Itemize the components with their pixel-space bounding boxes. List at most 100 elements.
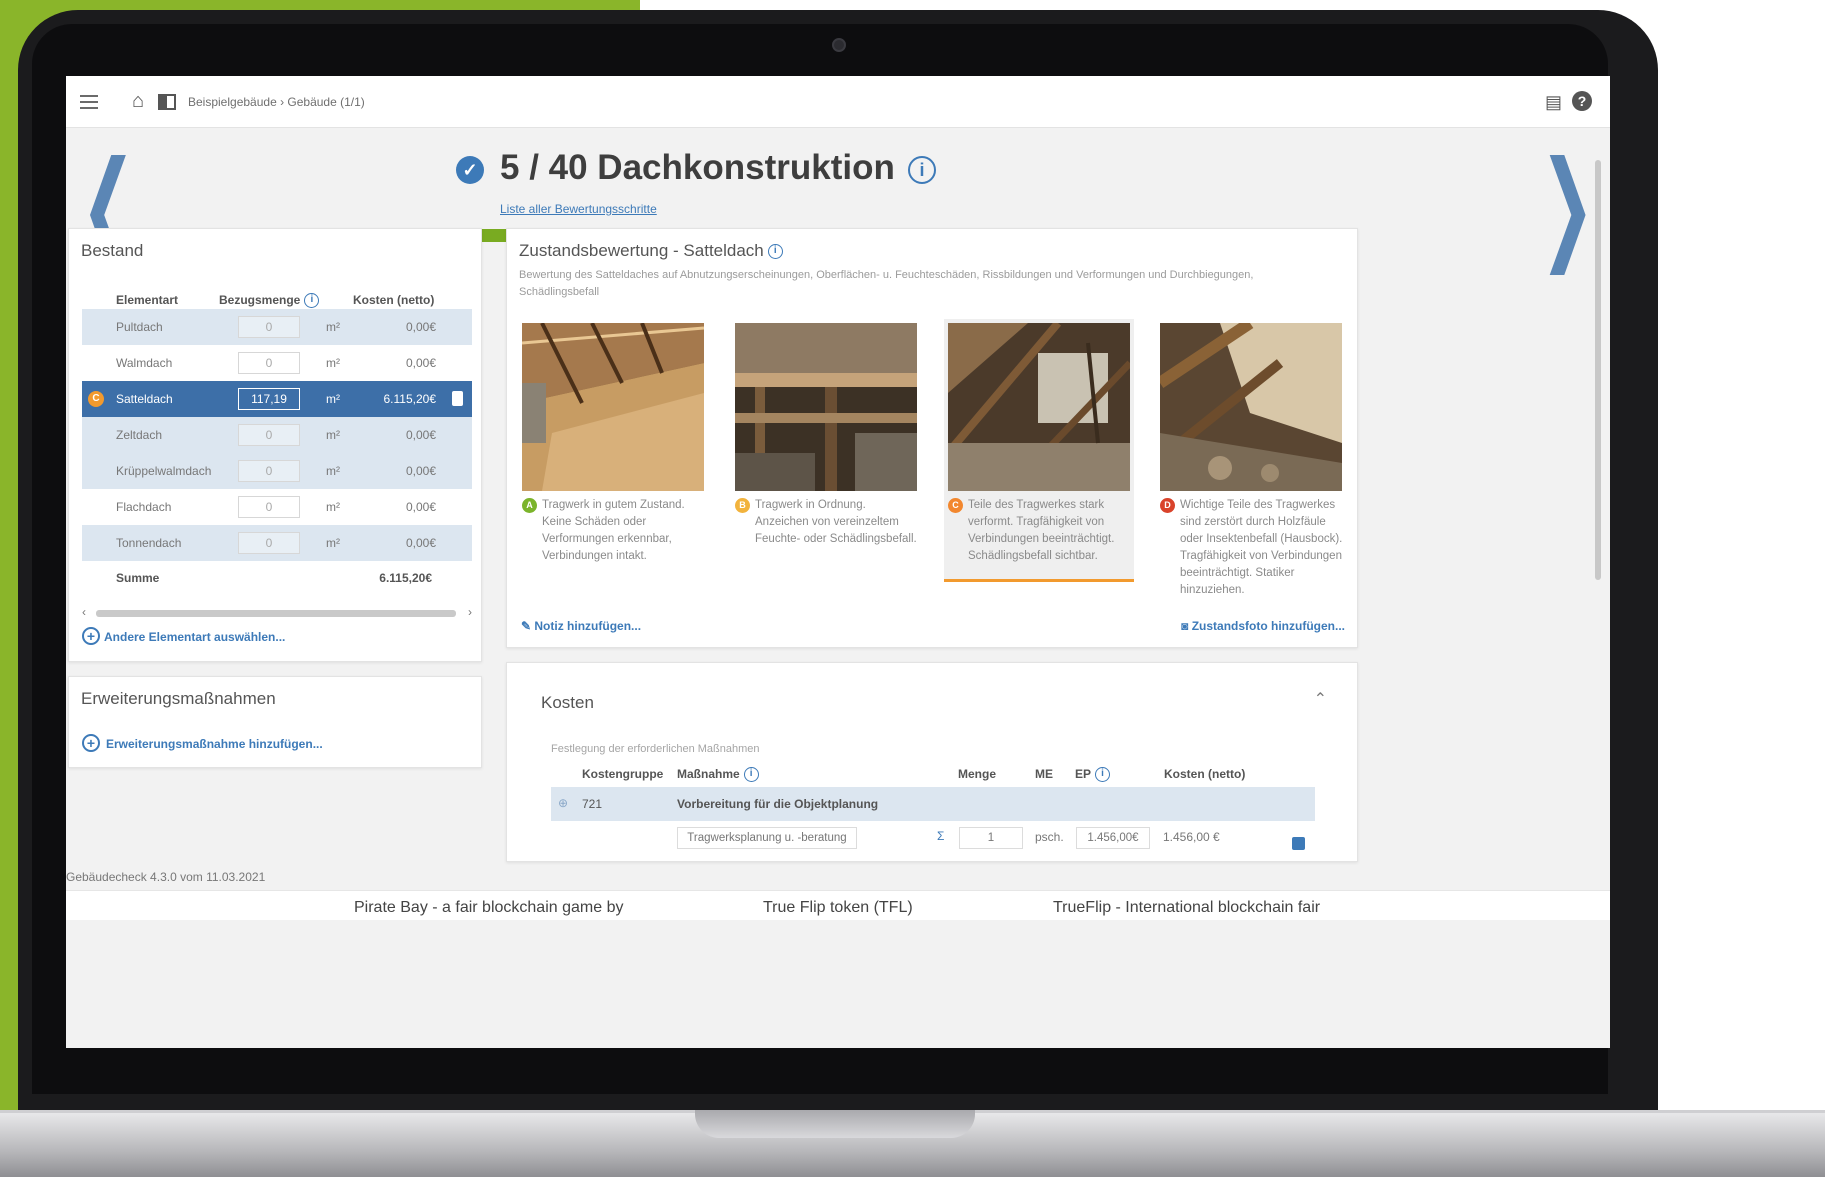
- rating-caption: B Tragwerk in Ordnung. Anzeichen von ver…: [735, 497, 921, 548]
- home-icon[interactable]: ⌂: [132, 90, 144, 113]
- item-checkbox[interactable]: [1292, 837, 1305, 850]
- row-name: Pultdach: [116, 320, 163, 334]
- bezugsmenge-info-icon[interactable]: i: [304, 293, 320, 309]
- rating-text: Tragwerk in Ordnung. Anzeichen von verei…: [755, 499, 917, 545]
- item-cost: 1.456,00 €: [1163, 830, 1220, 844]
- report-icon[interactable]: ▤: [1545, 92, 1562, 113]
- table-row[interactable]: Walmdach 0 m² 0,00€: [82, 345, 472, 381]
- scroll-left-icon[interactable]: ‹: [82, 605, 86, 619]
- table-row[interactable]: Zeltdach 0 m² 0,00€: [82, 417, 472, 453]
- table-row-selected[interactable]: C Satteldach 117,19 m² 6.115,20€: [82, 381, 472, 417]
- table-row[interactable]: Flachdach 0 m² 0,00€: [82, 489, 472, 525]
- col-header-kosten: Kosten (netto): [353, 293, 435, 307]
- rating-option-c-selected[interactable]: C Teile des Tragwerkes stark verformt. T…: [944, 319, 1134, 582]
- add-note-link[interactable]: ✎ Notiz hinzufügen...: [521, 619, 641, 633]
- cost-group-row[interactable]: ⊕ 721 Vorbereitung für die Objektplanung: [551, 787, 1315, 821]
- row-cost: 0,00€: [405, 536, 436, 550]
- add-element-type-link[interactable]: Andere Elementart auswählen...: [104, 630, 285, 644]
- quantity-input[interactable]: 1: [959, 827, 1023, 849]
- rating-badge-a: A: [522, 498, 537, 513]
- expand-icon[interactable]: ⊕: [558, 796, 568, 810]
- scrollbar-thumb[interactable]: [96, 610, 456, 617]
- ep-info-icon[interactable]: i: [1095, 767, 1111, 783]
- quantity-input[interactable]: 0: [238, 532, 300, 554]
- quantity-input[interactable]: 0: [238, 352, 300, 374]
- row-name: Tonnendach: [116, 536, 182, 550]
- rating-option-d[interactable]: D Wichtige Teile des Tragwerkes sind zer…: [1160, 323, 1346, 599]
- scrollbar-thumb[interactable]: [1595, 160, 1601, 580]
- table-row[interactable]: Pultdach 0 m² 0,00€: [82, 309, 472, 345]
- row-cost: 0,00€: [405, 428, 436, 442]
- step-list-link[interactable]: Liste aller Bewertungsschritte: [500, 202, 657, 216]
- col-header-massnahme: Maßnahme i: [677, 767, 759, 783]
- camera-icon: ◙: [1181, 619, 1192, 633]
- laptop-hinge-notch: [695, 1110, 975, 1138]
- add-circle-icon[interactable]: +: [82, 627, 100, 645]
- add-photo-link[interactable]: ◙ Zustandsfoto hinzufügen...: [1181, 619, 1345, 633]
- hamburger-menu-icon[interactable]: [80, 95, 98, 109]
- zustand-card: Zustandsbewertung - Satteldach i Bewertun…: [506, 228, 1358, 648]
- group-code: 721: [582, 797, 603, 811]
- rating-caption: D Wichtige Teile des Tragwerkes sind zer…: [1160, 497, 1346, 599]
- collapse-chevron-icon[interactable]: ⌃: [1314, 689, 1327, 709]
- sum-value: 6.115,20€: [379, 571, 432, 585]
- step-complete-check-icon: ✓: [456, 156, 484, 184]
- bestand-card: Bestand Elementart Bezugsmenge i Kosten (…: [68, 228, 482, 662]
- app-screen: ⌂ Beispielgebäude › Gebäude (1/1) ▤ ? ❮ …: [66, 76, 1610, 1048]
- scroll-right-icon[interactable]: ›: [468, 605, 472, 619]
- erweiterung-card: Erweiterungsmaßnahmen + Erweiterungsmaßn…: [68, 676, 482, 768]
- row-unit: m²: [326, 356, 340, 370]
- attic-photo-good: [522, 323, 704, 491]
- quantity-input[interactable]: 0: [238, 316, 300, 338]
- row-unit: m²: [326, 464, 340, 478]
- table-row[interactable]: Krüppelwalmdach 0 m² 0,00€: [82, 453, 472, 489]
- rating-badge: C: [88, 391, 104, 407]
- kosten-title: Kosten: [541, 693, 594, 712]
- vertical-scrollbar[interactable]: [1594, 146, 1602, 866]
- add-circle-icon[interactable]: +: [82, 734, 100, 752]
- unit-label: psch.: [1035, 830, 1064, 844]
- col-header-kostengruppe: Kostengruppe: [582, 767, 664, 781]
- rating-option-b[interactable]: B Tragwerk in Ordnung. Anzeichen von ver…: [735, 323, 921, 548]
- quantity-input[interactable]: 0: [238, 496, 300, 518]
- horizontal-scrollbar[interactable]: ‹ ›: [82, 605, 472, 619]
- breadcrumb[interactable]: Beispielgebäude › Gebäude (1/1): [188, 95, 365, 109]
- unit-price-input[interactable]: 1.456,00€: [1076, 827, 1150, 849]
- attic-photo-damaged: [948, 323, 1130, 491]
- col-header-kosten: Kosten (netto): [1164, 767, 1246, 781]
- delete-icon[interactable]: [452, 391, 463, 406]
- row-name: Satteldach: [116, 392, 173, 406]
- quantity-input[interactable]: 0: [238, 460, 300, 482]
- row-name: Krüppelwalmdach: [116, 464, 212, 478]
- row-unit: m²: [326, 500, 340, 514]
- massnahme-info-icon[interactable]: i: [743, 767, 759, 783]
- zustand-description: Bewertung des Satteldaches auf Abnutzung…: [519, 269, 1254, 298]
- row-unit: m²: [326, 428, 340, 442]
- row-name: Zeltdach: [116, 428, 163, 442]
- help-icon[interactable]: ?: [1572, 91, 1592, 111]
- add-extension-link[interactable]: Erweiterungsmaßnahme hinzufügen...: [106, 737, 323, 751]
- ticker-item[interactable]: TrueFlip - International blockchain fair: [1053, 899, 1320, 917]
- next-step-arrow-icon[interactable]: ❯: [1540, 146, 1595, 266]
- pencil-icon: ✎: [521, 619, 535, 633]
- zustand-info-icon[interactable]: i: [767, 244, 783, 260]
- row-unit: m²: [326, 536, 340, 550]
- quantity-input[interactable]: 0: [238, 424, 300, 446]
- col-header-bezugsmenge: Bezugsmenge i: [219, 293, 320, 309]
- rating-option-a[interactable]: A Tragwerk in gutem Zustand. Keine Schäd…: [522, 323, 708, 565]
- rating-text: Wichtige Teile des Tragwerkes sind zerst…: [1180, 499, 1343, 596]
- sum-sigma-icon[interactable]: Σ: [937, 829, 944, 843]
- erweiterung-title: Erweiterungsmaßnahmen: [81, 689, 276, 708]
- stage: ⌂ Beispielgebäude › Gebäude (1/1) ▤ ? ❮ …: [0, 0, 1825, 1177]
- cost-item-row[interactable]: Tragwerksplanung u. -beratung Σ 1 psch. …: [551, 821, 1315, 855]
- rating-caption: C Teile des Tragwerkes stark verformt. T…: [948, 497, 1130, 565]
- sidebar-toggle-icon[interactable]: [158, 94, 176, 110]
- rating-badge-d: D: [1160, 498, 1175, 513]
- quantity-input[interactable]: 117,19: [238, 388, 300, 410]
- measure-select[interactable]: Tragwerksplanung u. -beratung: [677, 827, 857, 849]
- version-label: Gebäudecheck 4.3.0 vom 11.03.2021: [66, 870, 266, 884]
- step-info-icon[interactable]: i: [908, 156, 936, 184]
- table-row[interactable]: Tonnendach 0 m² 0,00€: [82, 525, 472, 561]
- ticker-item[interactable]: Pirate Bay - a fair blockchain game by: [354, 899, 623, 917]
- ticker-item[interactable]: True Flip token (TFL): [763, 899, 913, 917]
